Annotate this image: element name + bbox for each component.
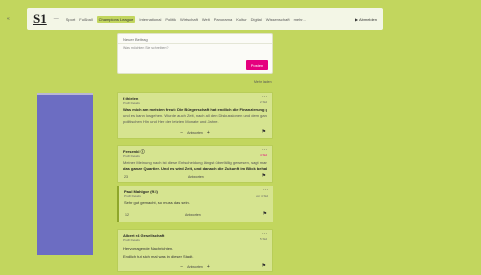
quoted-reply: Paul Mahlgor (ff.l) Profil Details ··· v… — [117, 186, 273, 222]
nav-item-welt[interactable]: Welt — [202, 17, 210, 22]
composer-input[interactable]: Was möchten Sie schreiben? — [123, 46, 168, 50]
flag-icon[interactable]: ⚑ — [262, 129, 266, 135]
comment-text: Endlich tut sich mal was in dieser Stadt… — [123, 254, 194, 259]
comment-card: Albert r4 Gesellschaft Profil Details ··… — [117, 229, 273, 272]
comment-text: Hervorragende Nachrichten. — [123, 246, 174, 251]
composer-divider — [118, 43, 272, 44]
comment-profile-link[interactable]: Profil Details — [123, 154, 140, 158]
nav-item-wirtschaft[interactable]: Wirtschaft — [180, 17, 198, 22]
back-arrow-icon[interactable]: « — [7, 16, 10, 22]
flag-icon[interactable]: ⚑ — [262, 173, 266, 179]
comment-profile-link[interactable]: Profil Details — [123, 238, 140, 242]
reply-button[interactable]: Antworten — [187, 265, 203, 269]
reply-button[interactable]: Antworten — [188, 175, 204, 179]
sidebar-ad-block — [37, 93, 93, 255]
downvote-icon[interactable]: − — [180, 264, 183, 270]
nav-item-champions-league[interactable]: Champions League — [96, 15, 136, 23]
comment-time: vor 4 Std — [255, 194, 268, 198]
flag-icon[interactable]: ⚑ — [262, 263, 266, 269]
downvote-icon[interactable]: − — [180, 130, 183, 136]
nav-item-sport[interactable]: Sport — [66, 17, 76, 22]
nav-item-fussball[interactable]: Fußball — [79, 17, 92, 22]
upvote-icon[interactable]: + — [207, 130, 210, 136]
comment-actions: − Antworten + — [118, 130, 272, 136]
comment-count: 12 — [125, 213, 129, 217]
comment-time: 5 Std — [259, 237, 267, 241]
nav-separator: — — [53, 16, 59, 22]
comment-count: 23 — [124, 175, 128, 179]
flag-icon[interactable]: ⚑ — [263, 211, 267, 217]
post-button[interactable]: Posten — [246, 60, 268, 70]
nav-item-politik[interactable]: Politik — [165, 17, 176, 22]
nav-item-digital[interactable]: Digital — [251, 17, 262, 22]
comment-text: Was mich am meisten freut: Die Bürgersch… — [123, 107, 267, 112]
comment-text: das ganze Quartier. Und es wird Zeit, un… — [123, 166, 267, 171]
post-composer: Neuer Beitrag Was möchten Sie schreiben?… — [117, 33, 273, 74]
comment-card: Fersenkl ⓘ Profil Details ··· 4 Std Mein… — [117, 145, 273, 183]
nav-item-kultur[interactable]: Kultur — [236, 17, 246, 22]
more-options-icon[interactable]: ··· — [263, 187, 268, 193]
logout-link[interactable]: ▶ Abmelden — [355, 17, 377, 22]
comment-text: Sehr gut gemacht, so muss das sein. — [124, 200, 190, 205]
comment-text: Meiner Meinung nach ist diese Entscheidu… — [123, 160, 267, 165]
site-logo[interactable]: S1 — [33, 11, 47, 27]
nav-item-wissenschaft[interactable]: Wissenschaft — [266, 17, 290, 22]
nav-item-more[interactable]: mehr... — [294, 17, 306, 22]
top-navigation: S1 — Sport Fußball Champions League Inte… — [27, 8, 383, 30]
reply-button[interactable]: Antworten — [187, 131, 203, 135]
load-more-link[interactable]: Mehr laden — [254, 80, 272, 84]
comment-profile-link[interactable]: Profil Details — [124, 194, 141, 198]
comment-time: 2 Std — [259, 100, 267, 104]
composer-title: Neuer Beitrag — [123, 37, 148, 42]
comment-actions: − Antworten + — [118, 264, 272, 270]
upvote-icon[interactable]: + — [207, 264, 210, 270]
nav-item-panorama[interactable]: Panorama — [214, 17, 232, 22]
comment-text: politischen Hin und Her der letzten Mona… — [123, 119, 219, 124]
reply-button[interactable]: Antworten — [185, 213, 201, 217]
comment-text: und es kann losgehen. Wurde auch Zeit, n… — [123, 113, 267, 118]
comment-time: 4 Std — [259, 153, 267, 157]
comment-profile-link[interactable]: Profil Details — [123, 101, 140, 105]
nav-item-international[interactable]: International — [139, 17, 161, 22]
comment-card: f.thielen Profil Details ··· 2 Std Was m… — [117, 92, 273, 139]
